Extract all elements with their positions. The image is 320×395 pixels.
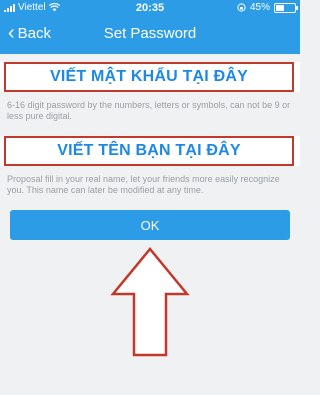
password-hint: 6-16 digit password by the numbers, lett… bbox=[7, 100, 291, 121]
nav-bar: ‹ Back Set Password bbox=[0, 18, 300, 50]
battery-percent: 45% bbox=[249, 2, 270, 13]
up-arrow-icon bbox=[110, 247, 190, 357]
name-hint: Proposal fill in your real name, let you… bbox=[7, 174, 280, 195]
password-annotation-text: VIẾT MẬT KHẨU TẠI ĐÂY bbox=[50, 68, 248, 85]
battery-icon bbox=[274, 2, 298, 13]
name-annotation: VIẾT TÊN BẠN TẠI ĐÂY bbox=[4, 136, 294, 166]
password-annotation: VIẾT MẬT KHẨU TẠI ĐÂY bbox=[4, 62, 294, 92]
ok-button-label: OK bbox=[140, 217, 160, 233]
app-header: Viettel 20:35 45% ‹ Back Set Password bbox=[0, 0, 300, 54]
ok-button[interactable]: OK bbox=[10, 210, 290, 240]
lock-rotation-icon bbox=[237, 3, 246, 12]
name-annotation-text: VIẾT TÊN BẠN TẠI ĐÂY bbox=[57, 142, 241, 159]
status-bar: Viettel 20:35 45% bbox=[0, 0, 300, 16]
page-title: Set Password bbox=[103, 25, 197, 42]
